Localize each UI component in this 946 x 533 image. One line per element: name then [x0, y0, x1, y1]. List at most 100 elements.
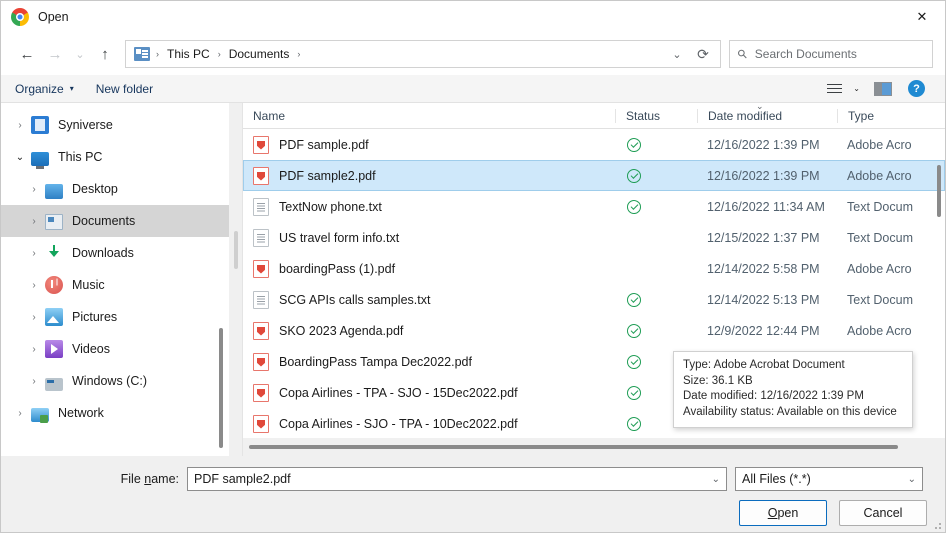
chevron-down-icon[interactable]: ⌄: [712, 474, 720, 485]
pdf-file-icon: [253, 352, 269, 371]
table-row[interactable]: PDF sample.pdf 12/16/2022 1:39 PM Adobe Ac…: [243, 129, 945, 160]
sidebar-item-network[interactable]: › Network: [1, 397, 229, 429]
sidebar-item-music[interactable]: › Music: [1, 269, 229, 301]
file-name: TextNow phone.txt: [279, 199, 382, 214]
column-header-date-modified[interactable]: ⌄ Date modified: [697, 101, 837, 123]
breadcrumb-this-pc[interactable]: This PC: [165, 47, 212, 61]
filename-label-post: ame:: [151, 472, 179, 486]
table-row[interactable]: US travel form info.txt 12/15/2022 1:37 P…: [243, 222, 945, 253]
sidebar-item-label: Videos: [72, 342, 110, 356]
table-row[interactable]: SCG APIs calls samples.txt 12/14/2022 5:1…: [243, 284, 945, 315]
back-icon[interactable]: ←: [13, 40, 41, 68]
breadcrumb-separator: ›: [156, 49, 159, 59]
tooltip-type: Type: Adobe Acrobat Document: [683, 359, 845, 371]
expand-chevron-icon[interactable]: ›: [9, 408, 31, 419]
chevron-down-icon[interactable]: ⌄: [908, 474, 916, 485]
expand-chevron-icon[interactable]: ⌄: [9, 152, 31, 163]
dialog-buttons: Open Cancel: [739, 500, 927, 526]
file-type-filter-value: All Files (*.*): [742, 472, 811, 486]
column-header-name-label: Name: [253, 108, 286, 123]
sidebar-item-pictures[interactable]: › Pictures: [1, 301, 229, 333]
file-name: PDF sample.pdf: [279, 137, 369, 152]
file-type-filter[interactable]: All Files (*.*) ⌄: [735, 467, 923, 491]
horizontal-scrollbar[interactable]: [243, 438, 945, 456]
preview-pane-icon[interactable]: [874, 81, 892, 96]
sidebar-item-videos[interactable]: › Videos: [1, 333, 229, 365]
pdf-file-icon: [253, 414, 269, 433]
available-offline-icon: [627, 385, 641, 400]
sidebar-item-label: Documents: [72, 214, 136, 228]
filename-input[interactable]: PDF sample2.pdf ⌄: [187, 467, 727, 491]
file-name: SCG APIs calls samples.txt: [279, 292, 431, 307]
sidebar-item-syniverse[interactable]: › Syniverse: [1, 109, 229, 141]
cell-name: BoardingPass Tampa Dec2022.pdf: [243, 352, 615, 371]
available-offline-icon: [627, 323, 641, 338]
column-header-name[interactable]: Name: [243, 109, 615, 123]
view-options-button[interactable]: [827, 81, 843, 95]
breadcrumb-separator: ›: [217, 49, 221, 59]
txt-file-icon: [253, 290, 269, 309]
forward-icon[interactable]: →: [41, 40, 69, 68]
cell-date-modified: 12/14/2022 5:13 PM: [707, 292, 820, 307]
expand-chevron-icon[interactable]: ›: [23, 184, 45, 195]
cell-name: Copa Airlines - SJO - TPA - 10Dec2022.pd…: [243, 414, 615, 433]
table-row[interactable]: PDF sample2.pdf 12/16/2022 1:39 PM Adobe A…: [243, 160, 945, 191]
cell-type: Adobe Acro: [847, 168, 912, 183]
view-chevron-down-icon[interactable]: ⌄: [853, 84, 860, 93]
sidebar-item-windows-c[interactable]: › Windows (C:): [1, 365, 229, 397]
table-row[interactable]: SKO 2023 Agenda.pdf 12/9/2022 12:44 PM Ado…: [243, 315, 945, 346]
column-header-type[interactable]: Type: [837, 108, 945, 123]
expand-chevron-icon[interactable]: ›: [23, 344, 45, 355]
cell-date-modified: 12/15/2022 1:37 PM: [707, 230, 820, 245]
search-box[interactable]: ⚲ Search Documents: [729, 40, 933, 68]
sidebar-item-desktop[interactable]: › Desktop: [1, 173, 229, 205]
expand-chevron-icon[interactable]: ›: [23, 376, 45, 387]
this-pc-icon: [31, 152, 49, 169]
filename-label-pre: File: [120, 472, 145, 486]
cell-type: Text Docum: [847, 230, 913, 245]
sidebar-item-documents[interactable]: › Documents: [1, 205, 229, 237]
organize-button[interactable]: Organize ▾: [15, 82, 74, 96]
refresh-icon[interactable]: ⟳: [690, 41, 716, 67]
table-row[interactable]: TextNow phone.txt 12/16/2022 11:34 AM Text…: [243, 191, 945, 222]
column-headers: Name Status ⌄ Date modified Type: [243, 101, 945, 129]
open-accel: O: [767, 506, 778, 520]
cell-name: Copa Airlines - TPA - SJO - 15Dec2022.pd…: [243, 383, 615, 402]
chevron-down-icon[interactable]: ⌄: [664, 41, 690, 67]
column-header-status[interactable]: Status: [615, 108, 697, 123]
expand-chevron-icon[interactable]: ›: [23, 216, 45, 227]
resize-grip[interactable]: [931, 519, 941, 529]
file-name: SKO 2023 Agenda.pdf: [279, 323, 404, 338]
sidebar-item-downloads[interactable]: › Downloads: [1, 237, 229, 269]
desktop-icon: [45, 183, 63, 199]
pane-splitter[interactable]: [229, 103, 243, 456]
horizontal-scrollbar-thumb[interactable]: [249, 445, 898, 449]
expand-chevron-icon[interactable]: ›: [9, 120, 31, 131]
cell-name: PDF sample2.pdf: [243, 166, 615, 185]
table-row[interactable]: boardingPass (1).pdf 12/14/2022 5:58 PM Ad…: [243, 253, 945, 284]
breadcrumb-documents[interactable]: Documents: [227, 47, 292, 61]
up-icon[interactable]: ↑: [91, 40, 119, 68]
dialog-body: › Syniverse ⌄ This PC › Desktop › Documents › Dow…: [1, 101, 945, 456]
cell-name: SCG APIs calls samples.txt: [243, 290, 615, 309]
expand-chevron-icon[interactable]: ›: [23, 280, 45, 291]
expand-chevron-icon[interactable]: ›: [23, 312, 45, 323]
sidebar-item-this-pc[interactable]: ⌄ This PC: [1, 141, 229, 173]
sidebar-scrollbar-thumb[interactable]: [219, 328, 223, 448]
close-button[interactable]: ✕: [899, 1, 945, 33]
help-icon[interactable]: ?: [908, 80, 925, 97]
recent-locations-icon[interactable]: ⌄: [69, 40, 91, 68]
cancel-button[interactable]: Cancel: [839, 500, 927, 526]
filename-row: File name: PDF sample2.pdf ⌄ All Files (…: [1, 456, 945, 491]
vertical-scrollbar-thumb[interactable]: [937, 165, 941, 217]
available-offline-icon: [627, 292, 641, 307]
expand-chevron-icon[interactable]: ›: [23, 248, 45, 259]
cell-status: [615, 168, 697, 183]
open-button[interactable]: Open: [739, 500, 827, 526]
drive-icon: [45, 377, 63, 391]
navigation-tree: › Syniverse ⌄ This PC › Desktop › Documents › Dow…: [1, 103, 229, 456]
search-placeholder: Search Documents: [754, 47, 857, 61]
address-bar[interactable]: › This PC › Documents › ⌄ ⟳: [125, 40, 721, 68]
new-folder-button[interactable]: New folder: [96, 82, 153, 96]
file-name: US travel form info.txt: [279, 230, 400, 245]
